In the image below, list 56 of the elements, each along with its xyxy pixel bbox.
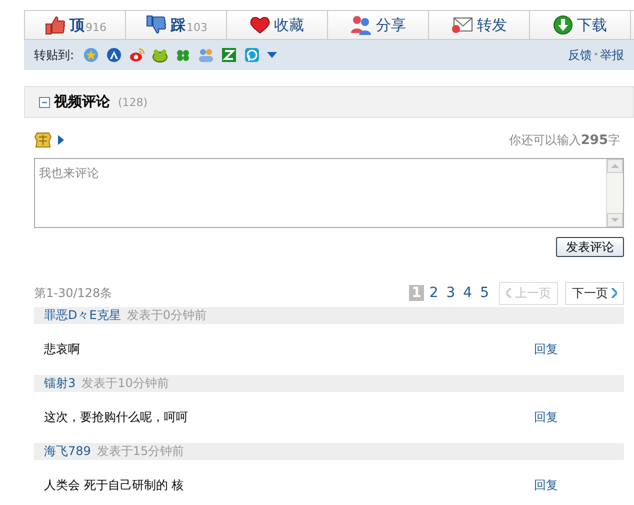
username[interactable]: 镭射3 (44, 375, 76, 392)
chevron-right-icon (611, 288, 617, 298)
link[interactable]: 举报 (600, 46, 624, 64)
section-title: 视频评论 (54, 93, 110, 111)
expand-arrow-icon[interactable] (58, 135, 64, 145)
comment-text: 这次，要抢购什么呢，呵呵 (44, 409, 189, 426)
collapse-icon[interactable] (39, 96, 50, 108)
download-icon (553, 15, 573, 35)
action-label: 转发 (477, 16, 507, 34)
clover-icon[interactable] (175, 47, 192, 63)
thumb-up-icon (44, 15, 66, 35)
count: 103 (186, 20, 208, 34)
post-time: 发表于15分钟前 (96, 443, 184, 460)
reply-link[interactable]: 回复 (534, 409, 558, 426)
page-number[interactable]: 4 (460, 285, 476, 301)
comment-count: (128) (118, 96, 148, 108)
envelope-icon (451, 16, 473, 34)
share-button[interactable]: 分享 (328, 11, 429, 39)
forward-button[interactable]: 转发 (429, 11, 530, 39)
action-label: 收藏 (274, 16, 304, 34)
action-label: 分享 (376, 16, 406, 34)
next-page-button[interactable]: 下一页 (565, 282, 624, 304)
page-number[interactable]: 5 (477, 285, 492, 301)
download-button[interactable]: 下载 (530, 11, 631, 39)
username[interactable]: 罪恶D々E克星 (44, 307, 121, 324)
submit-button[interactable]: 发表评论 (556, 237, 624, 257)
post-time: 发表于10分钟前 (82, 375, 169, 392)
like-button[interactable]: 顶916 (25, 11, 126, 39)
people-icon (350, 15, 372, 35)
thumb-down-icon (144, 15, 166, 35)
char-remaining: 你还可以输入295字 (508, 132, 620, 148)
favorite-button[interactable]: 收藏 (227, 11, 328, 39)
z-logo-icon[interactable] (221, 47, 238, 63)
share-to-label: 转贴到: (34, 46, 74, 64)
dislike-button[interactable]: 踩103 (126, 11, 227, 39)
comment-text: 悲哀啊 (44, 341, 81, 358)
dropdown-caret-icon[interactable] (267, 52, 278, 58)
page-number[interactable]: 2 (426, 285, 442, 301)
action-label: 顶 (70, 16, 84, 34)
username[interactable]: 海飞789 (44, 443, 91, 460)
count: 916 (86, 20, 106, 34)
link[interactable]: 反馈 (568, 46, 592, 64)
frog-icon[interactable] (152, 47, 168, 63)
chevron-left-icon (506, 288, 512, 298)
p-square-icon[interactable] (244, 47, 260, 63)
eye-logo-icon[interactable] (129, 47, 146, 63)
heart-icon (250, 16, 270, 34)
page-number[interactable]: 3 (443, 285, 458, 301)
reply-link[interactable]: 回复 (534, 341, 558, 358)
post-time: 发表于0分钟前 (126, 307, 206, 324)
comment-text: 人类会 死于自己研制的 核 (44, 477, 185, 494)
reply-link[interactable]: 回复 (534, 477, 558, 494)
star-badge-icon[interactable] (83, 47, 100, 63)
page-summary: 第1-30/128条 (34, 284, 114, 302)
action-label: 踩 (170, 16, 186, 34)
action-label: 下载 (577, 16, 607, 34)
